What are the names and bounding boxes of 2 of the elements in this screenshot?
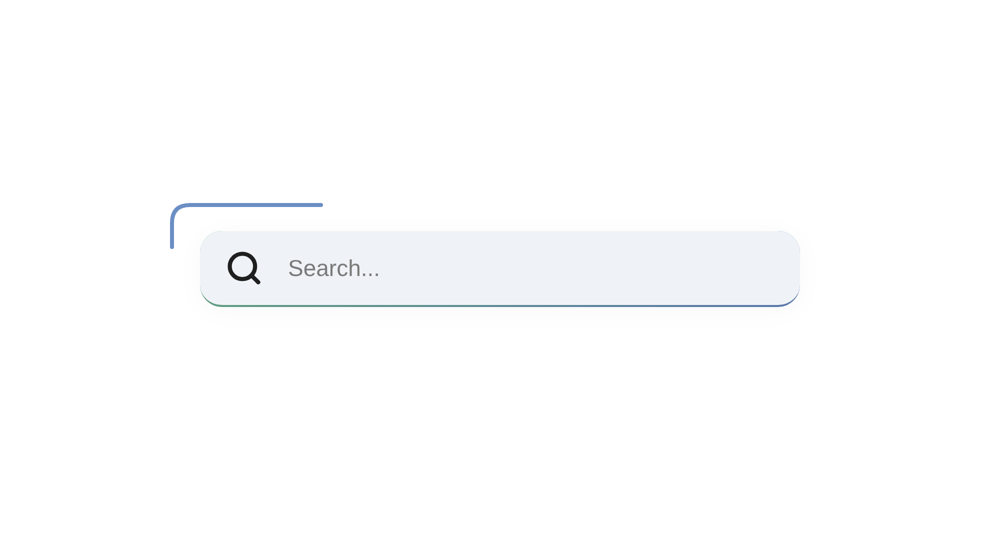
- search-field[interactable]: Search...: [200, 231, 800, 307]
- search-icon: [225, 249, 263, 287]
